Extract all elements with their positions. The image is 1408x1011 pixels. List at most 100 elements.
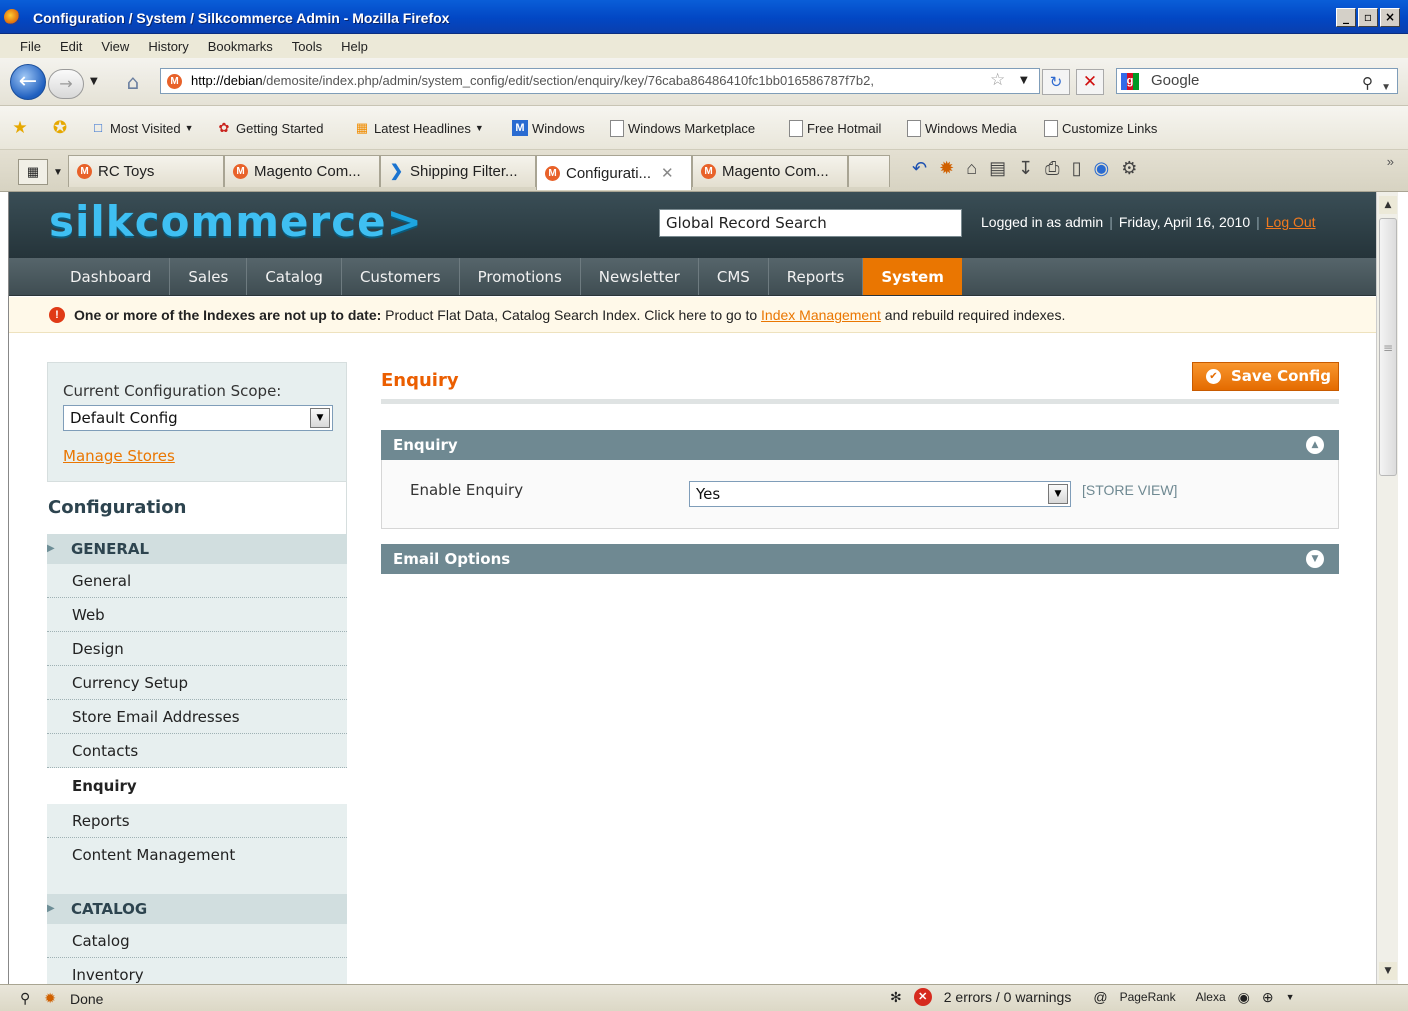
nav-sales[interactable]: Sales — [170, 258, 248, 295]
vertical-scrollbar[interactable]: ▲ ≡ ▼ — [1376, 192, 1398, 984]
tab-list-icon[interactable]: ▦ — [18, 159, 48, 185]
tab-rc-toys[interactable]: M RC Toys — [68, 155, 224, 187]
menu-view[interactable]: View — [101, 39, 129, 54]
zoom-icon[interactable]: ⊕ — [1262, 989, 1274, 1006]
history-dropdown-icon[interactable]: ▼ — [90, 76, 98, 87]
page-menu-icon[interactable]: ▯ — [1072, 158, 1082, 179]
sidebar-item-store-email-addresses[interactable]: Store Email Addresses — [47, 700, 347, 734]
menu-help[interactable]: Help — [341, 39, 368, 54]
fieldset-email-options-header[interactable]: Email Options ▼ — [381, 544, 1339, 574]
tab-list-dropdown-icon[interactable]: ▼ — [53, 167, 63, 178]
sidebar-item-currency-setup[interactable]: Currency Setup — [47, 666, 347, 700]
menu-bookmarks[interactable]: Bookmarks — [208, 39, 273, 54]
expand-icon[interactable]: ▼ — [1306, 550, 1324, 568]
bookmark-latest-headlines[interactable]: ▦ Latest Headlines ▼ — [354, 120, 484, 136]
safety-icon[interactable]: ◉ — [1093, 158, 1109, 179]
bookmark-star-icon[interactable]: ☆ — [990, 70, 1005, 90]
reload-icon[interactable]: ↻ — [1042, 69, 1070, 95]
tab-magento-com-1[interactable]: M Magento Com... — [224, 155, 380, 187]
tools-gear-icon[interactable]: ⚙ — [1121, 158, 1137, 179]
add-bookmark-icon[interactable]: ✪ — [52, 119, 68, 136]
bookmark-windows-media[interactable]: Windows Media — [907, 120, 1017, 137]
search-icon[interactable]: ⚲ — [1362, 72, 1373, 96]
stop-icon[interactable]: ✕ — [1076, 69, 1104, 95]
pagerank-label[interactable]: PageRank — [1120, 990, 1176, 1004]
scrollbar-thumb[interactable]: ≡ — [1379, 218, 1397, 476]
find-icon[interactable]: ⚲ — [20, 990, 30, 1007]
chevron-down-icon[interactable]: ▼ — [1286, 992, 1295, 1002]
at-icon[interactable]: @ — [1093, 989, 1107, 1005]
chevron-more-icon[interactable]: » — [1387, 154, 1394, 169]
minimize-button[interactable]: _ — [1336, 8, 1356, 27]
section-general[interactable]: ▶ GENERAL — [47, 534, 347, 564]
bug-icon[interactable]: ✻ — [890, 989, 902, 1006]
global-record-search-input[interactable]: Global Record Search — [659, 209, 962, 237]
menu-history[interactable]: History — [148, 39, 188, 54]
print-icon[interactable]: ⎙ — [1045, 158, 1059, 179]
home-icon[interactable]: ⌂ — [118, 70, 148, 96]
menu-file[interactable]: File — [20, 39, 41, 54]
logout-link[interactable]: Log Out — [1266, 214, 1316, 230]
section-catalog[interactable]: ▶ CATALOG — [47, 894, 347, 924]
tab-magento-com-2[interactable]: M Magento Com... — [692, 155, 848, 187]
index-management-link[interactable]: Index Management — [761, 307, 881, 323]
close-window-button[interactable]: × — [1380, 8, 1400, 27]
tab-shipping-filter[interactable]: ❯ Shipping Filter... — [380, 155, 536, 187]
error-count[interactable]: 2 errors / 0 warnings — [944, 989, 1072, 1005]
menu-tools[interactable]: Tools — [292, 39, 322, 54]
search-dropdown-icon[interactable]: ▼ — [1381, 76, 1391, 100]
bookmark-most-visited[interactable]: □ Most Visited ▼ — [90, 120, 193, 136]
sidebar-item-catalog[interactable]: Catalog — [47, 924, 347, 958]
menu-edit[interactable]: Edit — [60, 39, 82, 54]
fieldset-enquiry-header[interactable]: Enquiry ▲ — [381, 430, 1339, 460]
addon-icon[interactable]: ✹ — [939, 158, 954, 179]
sidebar-item-content-management[interactable]: Content Management — [47, 838, 347, 872]
close-tab-icon[interactable]: ✕ — [661, 164, 674, 182]
globe-icon[interactable]: ◉ — [1238, 989, 1250, 1006]
download-icon[interactable]: ↧ — [1018, 158, 1033, 179]
save-config-button[interactable]: ✔ Save Config — [1192, 362, 1339, 391]
back-button[interactable]: ← — [10, 64, 46, 100]
nav-reports[interactable]: Reports — [769, 258, 864, 295]
error-icon[interactable]: ✕ — [913, 988, 932, 1006]
sidebar-item-inventory[interactable]: Inventory — [47, 958, 347, 984]
bookmark-windows-marketplace[interactable]: Windows Marketplace — [610, 120, 755, 137]
maximize-button[interactable]: ▫ — [1358, 8, 1378, 27]
sidebar-item-reports[interactable]: Reports — [47, 804, 347, 838]
bookmark-windows[interactable]: M Windows — [512, 120, 585, 136]
forward-button[interactable]: → — [48, 69, 84, 99]
alexa-label[interactable]: Alexa — [1196, 990, 1226, 1004]
sidebar-item-contacts[interactable]: Contacts — [47, 734, 347, 768]
tab-configuration[interactable]: M Configurati... ✕ — [536, 155, 692, 190]
chevron-down-icon[interactable]: ▼ — [310, 408, 330, 428]
chevron-down-icon[interactable]: ▼ — [1048, 484, 1068, 504]
firebug-icon[interactable]: ✹ — [44, 990, 56, 1007]
star-icon[interactable]: ★ — [12, 119, 28, 136]
bookmark-customize-links[interactable]: Customize Links — [1044, 120, 1157, 137]
scroll-up-icon[interactable]: ▲ — [1379, 196, 1397, 214]
feeds-icon[interactable]: ▤ — [989, 158, 1006, 179]
nav-system[interactable]: System — [863, 258, 962, 295]
nav-dashboard[interactable]: Dashboard — [52, 258, 171, 295]
nav-promotions[interactable]: Promotions — [460, 258, 581, 295]
url-dropdown-icon[interactable]: ▼ — [1020, 75, 1028, 86]
sidebar-item-web[interactable]: Web — [47, 598, 347, 632]
bookmark-free-hotmail[interactable]: Free Hotmail — [789, 120, 881, 137]
home-icon[interactable]: ⌂ — [966, 158, 977, 179]
nav-catalog[interactable]: Catalog — [247, 258, 342, 295]
new-tab-button[interactable] — [848, 155, 890, 187]
nav-cms[interactable]: CMS — [699, 258, 769, 295]
url-bar[interactable]: M http://debian/demosite/index.php/admin… — [160, 68, 1040, 94]
collapse-icon[interactable]: ▲ — [1306, 436, 1324, 454]
nav-customers[interactable]: Customers — [342, 258, 460, 295]
manage-stores-link[interactable]: Manage Stores — [63, 447, 175, 465]
undo-icon[interactable]: ↶ — [912, 158, 927, 179]
sidebar-item-enquiry[interactable]: Enquiry — [47, 769, 347, 803]
nav-newsletter[interactable]: Newsletter — [581, 258, 699, 295]
search-engine-box[interactable]: g Google ⚲ ▼ — [1116, 68, 1398, 94]
enable-enquiry-select[interactable]: Yes ▼ — [689, 481, 1071, 507]
scroll-down-icon[interactable]: ▼ — [1379, 962, 1397, 980]
scope-select[interactable]: Default Config ▼ — [63, 405, 333, 431]
silkcommerce-logo[interactable]: silkcommerce> — [49, 197, 423, 246]
sidebar-item-general[interactable]: General — [47, 564, 347, 598]
